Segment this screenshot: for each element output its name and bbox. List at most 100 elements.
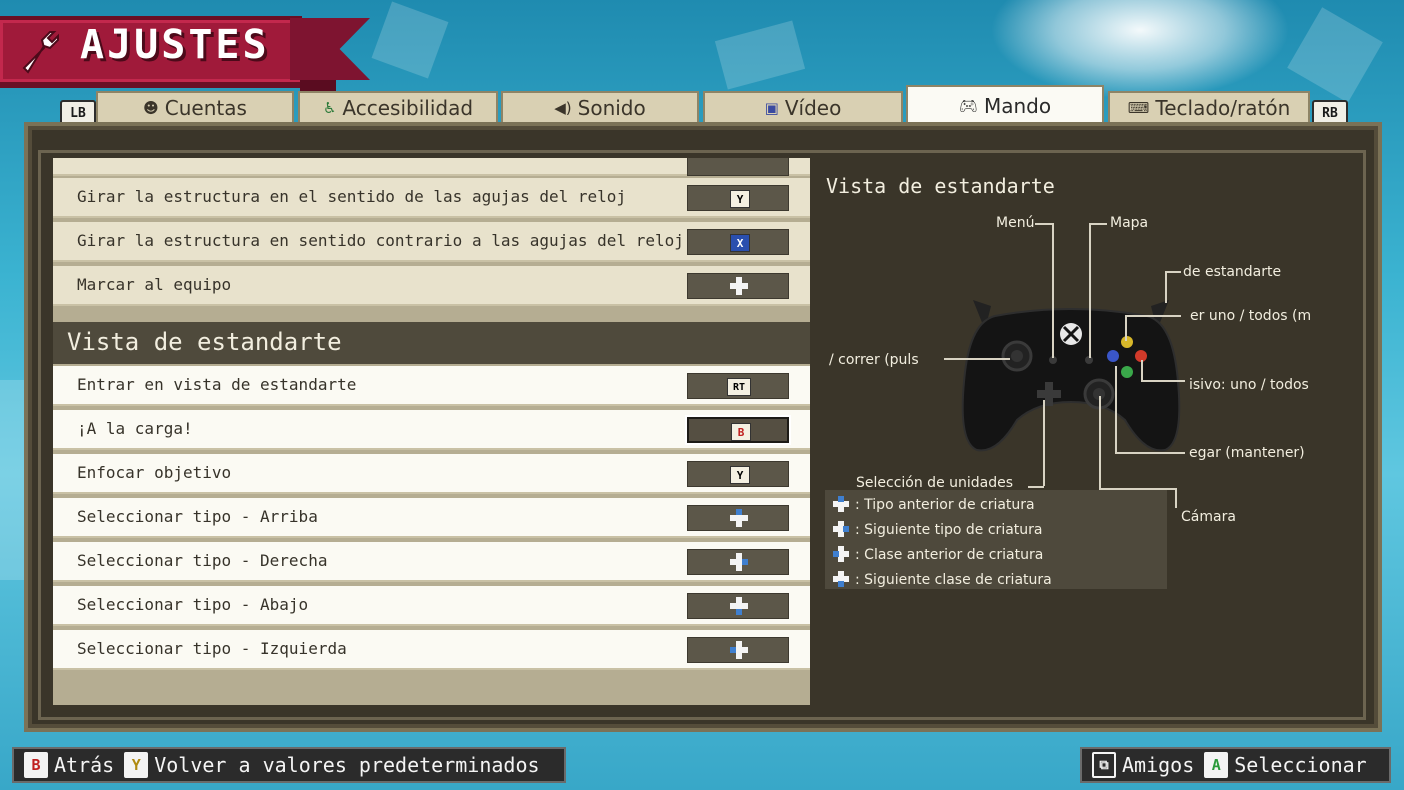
binding-label: ¡A la carga!	[77, 419, 193, 438]
b-button-icon: B	[24, 752, 48, 778]
list-item-selected[interactable]: ¡A la carga! B	[53, 410, 810, 450]
callout-line	[1099, 396, 1101, 488]
binding-label: Seleccionar tipo - Izquierda	[77, 639, 347, 658]
callout-line	[1115, 366, 1117, 452]
list-item[interactable]: Seleccionar tipo - Abajo	[53, 586, 810, 626]
tab-teclado-raton[interactable]: ⌨ Teclado/ratón	[1108, 91, 1310, 123]
key-slot[interactable]: Y	[687, 461, 789, 487]
a-button-icon: A	[1204, 752, 1229, 778]
monitor-icon: ▣	[764, 99, 779, 117]
list-item[interactable]: Marcar al equipo	[53, 266, 810, 306]
reset-label: Volver a valores predeterminados	[154, 753, 540, 777]
dpad-icon	[730, 277, 748, 295]
list-item[interactable]: Enfocar objetivo Y	[53, 454, 810, 494]
callout-line	[1165, 271, 1181, 273]
list-item[interactable]: Girar la estructura en el sentido de las…	[53, 178, 810, 218]
list-item[interactable]: Girar la estructura en sentido contrario…	[53, 222, 810, 262]
key-slot[interactable]: RT	[687, 373, 789, 399]
back-button[interactable]: B Atrás	[24, 752, 114, 778]
dpad-up-icon	[730, 509, 748, 527]
callout-select-one: er uno / todos (m	[1190, 308, 1312, 324]
legend-text: : Siguiente tipo de criatura	[855, 522, 1043, 538]
footer-right: ⧉ Amigos A Seleccionar	[1080, 747, 1391, 783]
callout-line	[1035, 223, 1053, 225]
binding-label: Girar la estructura en el sentido de las…	[77, 187, 627, 206]
dpad-right-icon	[833, 521, 849, 537]
dpad-legend: : Tipo anterior de criatura : Siguiente …	[825, 490, 1167, 589]
legend-text: : Siguiente clase de criatura	[855, 572, 1052, 588]
tab-video[interactable]: ▣ Vídeo	[703, 91, 903, 123]
tab-mando[interactable]: 🎮︎ Mando	[906, 85, 1104, 125]
key-slot[interactable]	[687, 637, 789, 663]
section-header: Vista de estandarte	[53, 322, 810, 364]
list-item[interactable]: Seleccionar tipo - Derecha	[53, 542, 810, 582]
dpad-down-icon	[730, 597, 748, 615]
friends-button[interactable]: ⧉ Amigos	[1092, 752, 1194, 778]
list-item[interactable]: Seleccionar tipo - Arriba	[53, 498, 810, 538]
tab-accesibilidad[interactable]: ♿ Accesibilidad	[298, 91, 498, 123]
legend-text: : Tipo anterior de criatura	[855, 497, 1035, 513]
view-button-icon: ⧉	[1092, 752, 1116, 778]
legend-item: : Siguiente clase de criatura	[833, 568, 1052, 590]
callout-line	[1115, 452, 1185, 454]
tab-label: Accesibilidad	[342, 96, 474, 120]
tab-label: Vídeo	[784, 96, 842, 120]
callout-menu: Menú	[996, 215, 1035, 231]
legend-text: : Clase anterior de criatura	[855, 547, 1044, 563]
background-block	[1287, 7, 1383, 103]
keyboard-icon: ⌨	[1127, 99, 1150, 117]
background-block	[0, 380, 24, 580]
list-item-partial[interactable]	[53, 158, 810, 176]
tab-label: Sonido	[577, 96, 646, 120]
b-button-icon: B	[731, 423, 751, 441]
key-slot[interactable]	[687, 593, 789, 619]
page-title: AJUSTES	[80, 22, 270, 68]
key-slot[interactable]	[687, 505, 789, 531]
background-block	[371, 1, 449, 79]
tab-sonido[interactable]: ◀) Sonido	[501, 91, 699, 123]
callout-line	[944, 358, 1010, 360]
callout-line	[1043, 400, 1045, 486]
callout-line	[1165, 271, 1167, 303]
callout-line	[1141, 380, 1185, 382]
binding-label: Seleccionar tipo - Derecha	[77, 551, 328, 570]
section-title: Vista de estandarte	[67, 328, 342, 356]
binding-label: Girar la estructura en sentido contrario…	[77, 231, 684, 250]
speaker-icon: ◀)	[554, 99, 572, 117]
key-slot-selected[interactable]: B	[687, 417, 789, 443]
list-item[interactable]: Entrar en vista de estandarte RT	[53, 366, 810, 406]
reset-defaults-button[interactable]: Y Volver a valores predeterminados	[124, 752, 540, 778]
legend-item: : Tipo anterior de criatura	[833, 493, 1035, 515]
select-button[interactable]: A Seleccionar	[1204, 752, 1367, 778]
callout-passive: isivo: uno / todos	[1189, 377, 1309, 393]
key-slot[interactable]: X	[687, 229, 789, 255]
dpad-right-icon	[730, 553, 748, 571]
callout-line	[1125, 315, 1181, 317]
key-slot[interactable]	[687, 273, 789, 299]
key-slot[interactable]	[687, 158, 789, 176]
callout-run: / correr (puls	[829, 352, 919, 368]
tab-label: Mando	[983, 94, 1052, 118]
key-slot[interactable]: Y	[687, 185, 789, 211]
binding-label: Seleccionar tipo - Arriba	[77, 507, 318, 526]
back-label: Atrás	[54, 753, 115, 777]
binding-label: Enfocar objetivo	[77, 463, 232, 482]
controller-panel-title: Vista de estandarte	[826, 174, 1055, 198]
legend-item: : Clase anterior de criatura	[833, 543, 1043, 565]
x-button-icon: X	[730, 234, 750, 252]
y-button-icon: Y	[730, 466, 750, 484]
list-item[interactable]: Seleccionar tipo - Izquierda	[53, 630, 810, 670]
callout-unit-select: Selección de unidades	[856, 475, 1014, 491]
callout-line	[1089, 223, 1091, 358]
y-button-icon: Y	[730, 190, 750, 208]
callout-line	[1175, 488, 1177, 508]
dpad-left-icon	[833, 546, 849, 562]
binding-list[interactable]: Girar la estructura en el sentido de las…	[53, 158, 810, 705]
title-banner-tail	[290, 18, 370, 80]
tab-cuentas[interactable]: ☻ Cuentas	[96, 91, 294, 123]
callout-line	[1141, 360, 1143, 380]
dpad-up-icon	[833, 496, 849, 512]
key-slot[interactable]	[687, 549, 789, 575]
select-label: Seleccionar	[1234, 753, 1367, 777]
friends-label: Amigos	[1122, 753, 1195, 777]
